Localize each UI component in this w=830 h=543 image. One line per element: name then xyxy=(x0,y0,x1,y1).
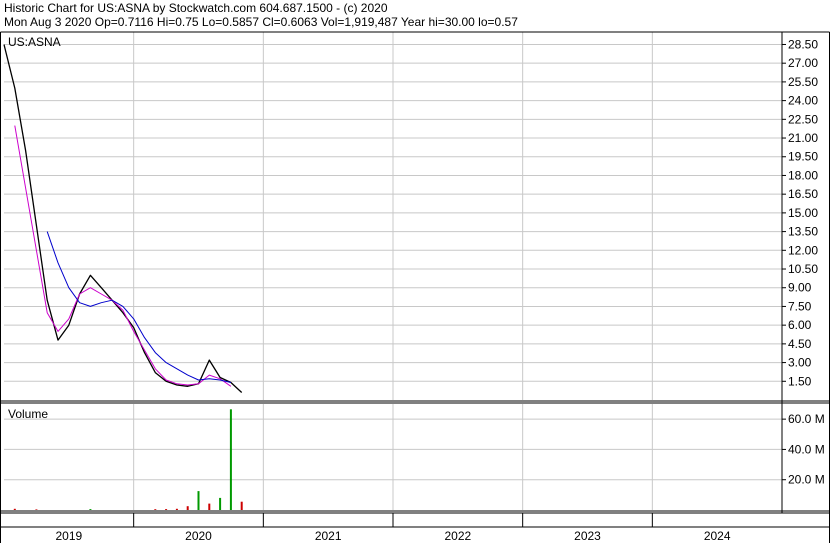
price-tick-label: 22.50 xyxy=(788,112,818,126)
date-axis-label: 2024 xyxy=(704,529,731,543)
price-tick-label: 6.00 xyxy=(788,318,812,332)
volume-bar xyxy=(229,409,232,510)
volume-bar xyxy=(208,503,211,510)
date-axis-label: 2023 xyxy=(574,529,601,543)
volume-bar xyxy=(35,509,38,510)
price-tick-label: 15.00 xyxy=(788,206,818,220)
price-tick-label: 24.00 xyxy=(788,94,818,108)
price-line xyxy=(3,44,243,393)
volume-axis: 60.0 M 40.0 M 20.0 M xyxy=(782,412,825,487)
price-tick-label: 18.00 xyxy=(788,168,818,182)
volume-bar xyxy=(154,509,157,510)
price-tick-label: 3.00 xyxy=(788,356,812,370)
volume-bar xyxy=(175,508,178,510)
price-tick-label: 7.50 xyxy=(788,299,812,313)
price-tick-label: 16.50 xyxy=(788,187,818,201)
price-tick-label: 12.00 xyxy=(788,243,818,257)
date-axis-label: 2020 xyxy=(185,529,212,543)
volume-bar xyxy=(13,508,16,510)
date-axis-label: 2022 xyxy=(444,529,471,543)
price-tick-label: 1.50 xyxy=(788,374,812,388)
price-tick-label: 19.50 xyxy=(788,150,818,164)
price-tick-label: 28.50 xyxy=(788,37,818,51)
price-tick-label: 27.00 xyxy=(788,56,818,70)
volume-tick-label: 40.0 M xyxy=(788,442,825,456)
short-moving-average-line xyxy=(14,125,232,387)
price-tick-label: 9.00 xyxy=(788,281,812,295)
volume-bar xyxy=(186,506,189,510)
grid-lines xyxy=(4,32,782,510)
price-panel-label: US:ASNA xyxy=(8,35,61,49)
price-tick-label: 4.50 xyxy=(788,337,812,351)
price-tick-label: 13.50 xyxy=(788,225,818,239)
volume-bar xyxy=(197,491,200,510)
volume-bar xyxy=(165,509,168,510)
volume-bar xyxy=(240,501,243,510)
volume-bar xyxy=(89,509,92,510)
stock-chart: US:ASNA Volume 28.50 27.00 25.50 24.00 22.50… xyxy=(0,31,830,543)
price-tick-label: 21.00 xyxy=(788,131,818,145)
price-tick-label: 25.50 xyxy=(788,75,818,89)
volume-tick-label: 20.0 M xyxy=(788,473,825,487)
price-tick-label: 10.50 xyxy=(788,262,818,276)
price-axis: 28.50 27.00 25.50 24.00 22.50 21.00 19.50 18.00… xyxy=(782,37,818,388)
volume-bars-group xyxy=(13,409,243,510)
date-axis-label: 2019 xyxy=(55,529,82,543)
date-axis: 2019 2020 2021 2022 2023 2024 xyxy=(55,513,731,543)
price-series-group xyxy=(3,44,243,393)
volume-panel-label: Volume xyxy=(8,407,48,421)
date-axis-label: 2021 xyxy=(315,529,342,543)
volume-bar xyxy=(219,497,222,510)
volume-tick-label: 60.0 M xyxy=(788,412,825,426)
